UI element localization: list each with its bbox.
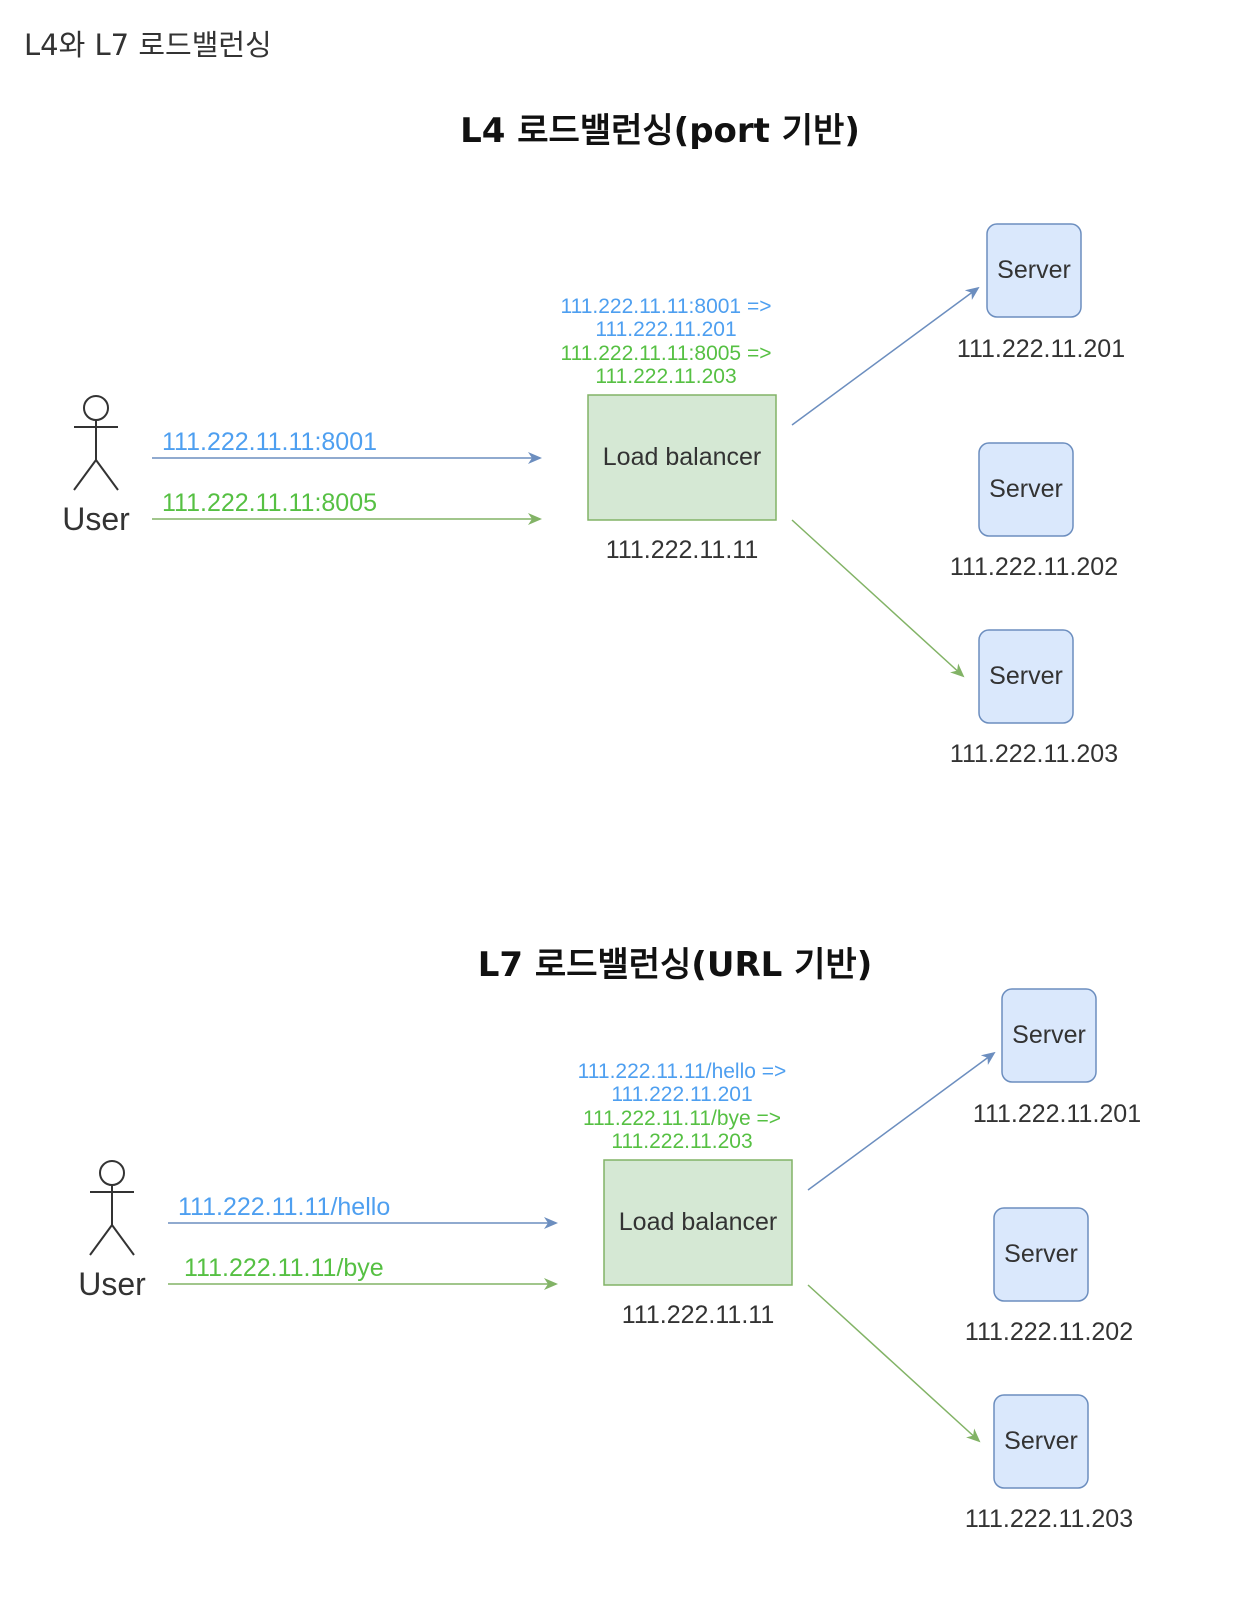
load-balancer-label: Load balancer — [619, 1208, 777, 1236]
rule-1-to: 111.222.11.201 — [611, 1083, 752, 1106]
diagram-canvas: L4 로드밸런싱(port 기반) User 111.222.11.11:800… — [62, 111, 1141, 1533]
route-arrow-green — [791, 519, 965, 678]
route-arrow-blue — [791, 286, 980, 426]
user-label: User — [78, 1266, 146, 1302]
server-ip: 111.222.11.203 — [965, 1505, 1133, 1533]
server-label: Server — [1012, 1021, 1086, 1049]
load-balancer-ip: 111.222.11.11 — [622, 1301, 774, 1329]
user-label: User — [62, 501, 130, 537]
server-label: Server — [1004, 1427, 1078, 1455]
rule-1-to: 111.222.11.201 — [595, 318, 736, 341]
diagram-title: L7 로드밸런싱(URL 기반) — [478, 945, 873, 985]
server-ip: 111.222.11.202 — [965, 1318, 1133, 1346]
server-ip: 111.222.11.202 — [950, 553, 1118, 581]
request-label-2: 111.222.11.11:8005 — [162, 489, 377, 517]
route-arrow-blue — [807, 1051, 996, 1191]
l4-diagram: L4 로드밸런싱(port 기반) User 111.222.11.11:800… — [62, 111, 1125, 768]
request-label-1: 111.222.11.11/hello — [178, 1193, 390, 1221]
rule-2-from: 111.222.11.11:8005 => — [561, 342, 772, 365]
user-figure — [89, 1160, 135, 1256]
rule-2-from: 111.222.11.11/bye => — [583, 1107, 781, 1130]
request-label-2: 111.222.11.11/bye — [184, 1254, 384, 1282]
diagram-title: L4 로드밸런싱(port 기반) — [460, 111, 860, 151]
server-label: Server — [1004, 1240, 1078, 1268]
server-ip: 111.222.11.201 — [957, 335, 1125, 363]
server-label: Server — [989, 662, 1063, 690]
request-label-1: 111.222.11.11:8001 — [162, 428, 377, 456]
rule-1-from: 111.222.11.11/hello => — [578, 1060, 787, 1083]
rule-2-to: 111.222.11.203 — [595, 365, 736, 388]
load-balancer-ip: 111.222.11.11 — [606, 536, 758, 564]
rule-1-from: 111.222.11.11:8001 => — [561, 295, 772, 318]
server-label: Server — [997, 256, 1071, 284]
server-label: Server — [989, 475, 1063, 503]
server-ip: 111.222.11.203 — [950, 740, 1118, 768]
load-balancer-label: Load balancer — [603, 443, 761, 471]
server-ip: 111.222.11.201 — [973, 1100, 1141, 1128]
rule-2-to: 111.222.11.203 — [611, 1130, 752, 1153]
route-arrow-green — [807, 1284, 981, 1443]
l7-diagram: L7 로드밸런싱(URL 기반) User 111.222.11.11/hell… — [78, 945, 1141, 1533]
user-figure — [73, 395, 119, 491]
